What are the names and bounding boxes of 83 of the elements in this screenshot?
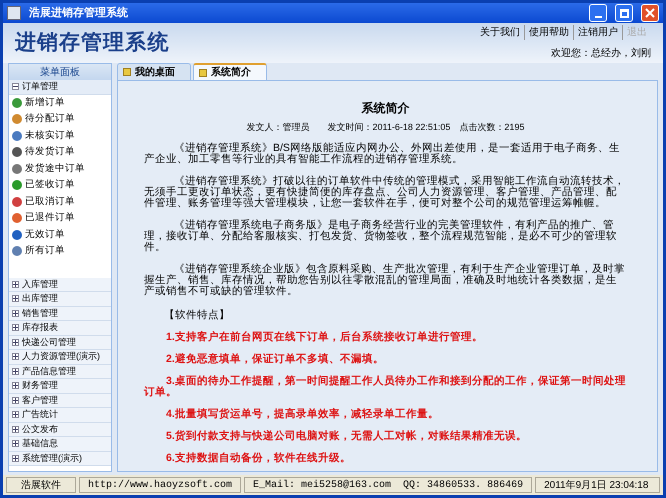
tab-icon	[199, 68, 207, 76]
menu-group[interactable]: 库存报表	[9, 321, 111, 336]
article-paragraph: 《进销存管理系统》打破以往的订单软件中传统的管理模式，采用智能工作流自动流转技术，无须手工更改订单状态，更有快捷简便的库存盘点、公司人力资源管理、客户管理、产品管理、配件管理、账务管理等强大管理模块，让您一套软件在手，便可对整个公司的规范管理运筹帷幄。	[144, 176, 626, 209]
header-link[interactable]: 关于我们	[476, 25, 524, 40]
menu-group[interactable]: 出库管理	[9, 292, 111, 306]
window-title: 浩展进销存管理系统	[29, 6, 129, 21]
status-bar-cell: 2011年9月1日 23:04:18	[535, 477, 660, 493]
menu-group[interactable]: 入库管理	[9, 278, 111, 292]
menu-item[interactable]: 所有订单	[9, 243, 111, 260]
feature-item: 3.桌面的待办工作提醒，第一时间提醒工作人员待办工作和接到分配的工作，保证第一时间处理订单。	[144, 376, 627, 398]
minimize-button[interactable]	[589, 4, 607, 22]
welcome-text: 欢迎您：总经办，刘刚	[551, 46, 651, 61]
tab-icon	[123, 68, 131, 76]
status-bar-cell: E_Mail: mei5258@163.com QQ: 34860533. 886469	[244, 477, 532, 493]
menu-group[interactable]: 客户管理	[9, 394, 111, 408]
menu-item[interactable]: 已取消订单	[9, 194, 111, 210]
expand-icon	[12, 440, 19, 448]
expand-icon	[12, 396, 19, 404]
expand-icon	[12, 310, 19, 317]
maximize-button[interactable]	[615, 4, 633, 22]
menu-group[interactable]: 人力资源管理(演示)	[9, 350, 111, 364]
menu-item[interactable]: 待分配订单	[9, 111, 111, 128]
menu-item-icon	[12, 130, 22, 141]
sidebar-title: 菜单面板	[9, 64, 111, 80]
expand-icon	[12, 295, 19, 302]
maximize-icon	[620, 8, 628, 18]
article-meta: 发文人：管理员 发文时间：2011-6-18 22:51:05 点击次数：2195	[246, 122, 526, 133]
menu-item-icon	[12, 213, 22, 224]
menu-item-icon	[12, 230, 22, 240]
menu-item[interactable]: 待发货订单	[9, 144, 111, 160]
status-bar-cell: 浩展软件	[6, 477, 76, 493]
menu-group[interactable]: 财务管理	[9, 379, 111, 394]
expand-icon	[12, 280, 19, 288]
feature-item: 2.避免恶意填单，保证订单不多填、不漏填。	[165, 354, 385, 365]
feature-item: 5.货到付款支持与快递公司电脑对账，无需人工对帐，对账结果精准无误。	[165, 431, 528, 442]
app-logo: 进销存管理系统	[15, 30, 170, 56]
expand-icon	[12, 382, 19, 390]
menu-group[interactable]: 订单管理	[9, 80, 111, 94]
menu-item[interactable]: 未核实订单	[9, 128, 111, 144]
menu-group[interactable]: 公文发布	[9, 422, 111, 437]
article-paragraph: 《进销存管理系统》B/S网络版能适应内网办公、外网出差使用，是一套适用于电子商务、生产企业、加工零售等行业的具有智能工作流程的进销存管理系统。	[144, 143, 621, 165]
menu-group[interactable]: 快递公司管理	[9, 336, 111, 350]
expand-icon	[12, 454, 19, 462]
menu-group[interactable]: 基础信息	[9, 437, 111, 452]
expand-icon	[12, 353, 19, 360]
menu-item[interactable]: 已签收订单	[9, 177, 111, 194]
minimize-icon	[594, 16, 602, 18]
menu-item[interactable]: 发货途中订单	[9, 160, 111, 177]
status-bar-cell: http://www.haoyzsoft.com	[79, 477, 242, 493]
feature-item: 1.支持客户在前台网页在线下订单，后台系统接收订单进行管理。	[165, 332, 484, 343]
menu-item-icon	[12, 114, 22, 124]
menu-group[interactable]: 销售管理	[9, 306, 111, 321]
menu-item-icon	[12, 196, 22, 207]
feature-item: 4.批量填写货运单号，提高录单效率，减轻录单工作量。	[165, 409, 440, 420]
features-heading: 【软件特点】	[163, 310, 231, 321]
close-button[interactable]	[641, 4, 659, 22]
menu-group[interactable]: 系统管理(演示)	[9, 452, 111, 466]
tab[interactable]: 我的桌面	[117, 63, 191, 80]
app-icon	[7, 6, 21, 20]
expand-icon	[12, 338, 19, 346]
tab[interactable]: 系统简介	[193, 63, 267, 80]
article-paragraph: 《进销存管理系统企业版》包含原料采购、生产批次管理，有利于生产企业管理订单，及时掌握生产、销售、库存情况，帮助您告别以往零散混乱的管理局面，准确及时地统计各类数据，是生产或销售不可或缺的管理软件。	[144, 264, 626, 297]
article-title: 系统简介	[360, 101, 410, 115]
menu-item[interactable]: 无效订单	[9, 226, 111, 243]
menu-item-icon	[12, 98, 22, 108]
header-link[interactable]: 注销用户	[573, 25, 622, 40]
close-icon	[645, 8, 655, 18]
menu-group[interactable]: 产品信息管理	[9, 364, 111, 379]
header-link[interactable]: 使用帮助	[524, 25, 573, 40]
article-paragraph: 《进销存管理系统电子商务版》是电子商务经营行业的完美管理软件，有利产品的推广、管理，接收订单、分配给客服核实、打包发货、货物签收，整个流程规范智能，是必不可少的管理软件。	[144, 220, 618, 253]
collapse-icon	[12, 83, 19, 90]
menu-item-icon	[12, 180, 22, 190]
expand-icon	[12, 411, 19, 418]
menu-item[interactable]: 新增订单	[9, 94, 111, 111]
menu-item-icon	[12, 147, 22, 158]
menu-group[interactable]: 广告统计	[9, 408, 111, 422]
expand-icon	[12, 324, 19, 332]
expand-icon	[12, 368, 19, 375]
menu-item[interactable]: 已退件订单	[9, 210, 111, 226]
feature-item: 6.支持数据自动备份，软件在线升级。	[165, 453, 352, 464]
menu-item-icon	[12, 246, 22, 256]
menu-item-icon	[12, 164, 22, 174]
expand-icon	[12, 426, 19, 433]
